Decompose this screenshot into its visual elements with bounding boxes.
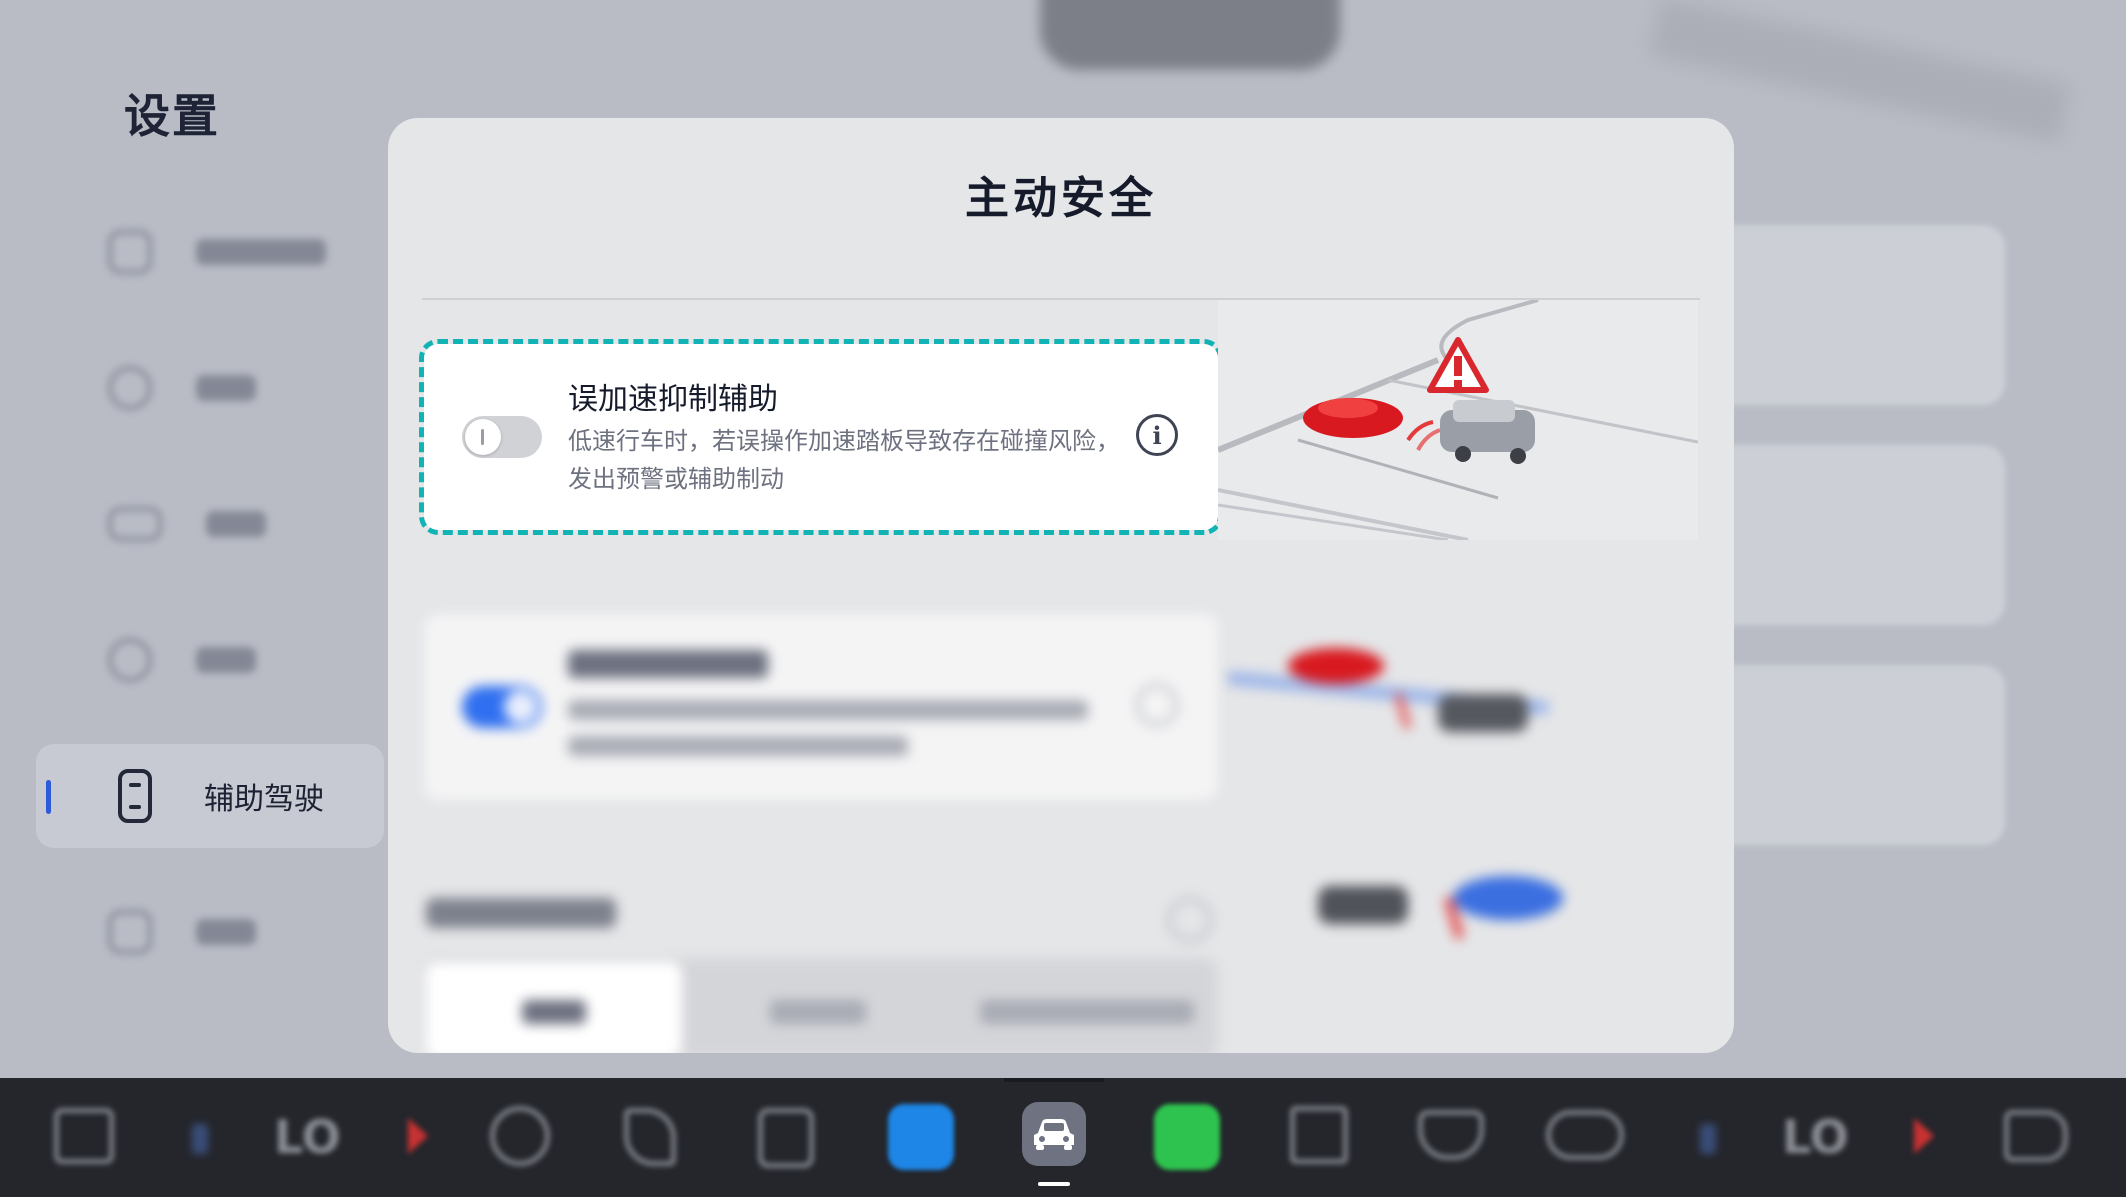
- blurred-title: [568, 650, 768, 678]
- info-icon[interactable]: [1168, 898, 1212, 942]
- app-grid-icon[interactable]: [1290, 1106, 1348, 1164]
- temperature-down-icon[interactable]: [192, 1124, 208, 1154]
- background-card: [1700, 445, 2005, 625]
- rear-warning-illustration: [1318, 876, 1563, 940]
- display-icon: [108, 910, 152, 954]
- temperature-up-icon[interactable]: [1914, 1118, 1934, 1154]
- red-car: [1303, 398, 1403, 438]
- info-icon[interactable]: [1136, 684, 1178, 726]
- vehicle-assist-icon: [118, 769, 152, 823]
- active-safety-dialog: 主动安全 误加速抑制辅助 低速行车时，若误操作加速踏板导致存在碰撞风险，发出预警…: [388, 118, 1734, 1053]
- temperature-up-icon[interactable]: [408, 1118, 428, 1154]
- active-indicator: [46, 780, 51, 814]
- sidebar-item-label-blurred: [196, 919, 256, 945]
- dialog-title: 主动安全: [965, 173, 1157, 224]
- sidebar-item-battery[interactable]: [36, 472, 386, 576]
- segment-option[interactable]: [980, 1000, 1194, 1024]
- blurred-text: [568, 700, 1088, 720]
- sidebar-item-assisted-driving[interactable]: 辅助驾驶: [36, 744, 384, 848]
- phone-app-icon[interactable]: [1154, 1104, 1220, 1170]
- home-icon[interactable]: [54, 1108, 114, 1164]
- temperature-left-label: LO: [274, 1110, 341, 1164]
- volume-icon[interactable]: [2004, 1110, 2068, 1162]
- sidebar-item-driving[interactable]: [36, 608, 386, 712]
- sidebar-item-label-blurred: [206, 511, 266, 537]
- page-title: 设置: [124, 89, 220, 143]
- feature-toggle[interactable]: [462, 686, 542, 728]
- seat-icon[interactable]: [490, 1106, 550, 1166]
- lights-icon: [108, 366, 152, 410]
- sidebar-item-lights[interactable]: [36, 336, 386, 440]
- feature-card-emergency-steering: [424, 614, 1218, 800]
- blurred-text: [568, 736, 908, 756]
- segment-option-active[interactable]: [426, 962, 682, 1053]
- collision-warning-illustration: [1218, 300, 1698, 540]
- feature-card-acceleration-suppression: 误加速抑制辅助 低速行车时，若误操作加速踏板导致存在碰撞风险，发出预警或辅助制动…: [419, 339, 1223, 535]
- feature-title: 误加速抑制辅助: [568, 382, 778, 417]
- steering-wheel-icon: [108, 638, 152, 682]
- feature-description: 低速行车时，若误操作加速踏板导致存在碰撞风险，发出预警或辅助制动: [568, 427, 1120, 493]
- feature-toggle[interactable]: [462, 416, 542, 458]
- segment-option[interactable]: [770, 1000, 866, 1024]
- sidebar-item-display[interactable]: [36, 880, 386, 984]
- taskbar-indicator: [1004, 1078, 1104, 1082]
- video-app-icon[interactable]: [888, 1104, 954, 1170]
- temperature-right-label: LO: [1782, 1110, 1849, 1164]
- battery-icon: [108, 507, 162, 541]
- blurred-section-title: [426, 898, 616, 928]
- sidebar-item-label-blurred: [196, 375, 256, 401]
- blurred-text: [522, 1000, 586, 1024]
- sidebar: 辅助驾驶: [36, 200, 386, 1016]
- steering-assist-illustration: [1228, 648, 1549, 732]
- toggle-knob: [504, 690, 538, 724]
- background-card: [1700, 665, 2005, 845]
- info-icon[interactable]: i: [1136, 414, 1178, 456]
- toggle-knob: [465, 419, 501, 455]
- background-car-image: [1040, 0, 1340, 70]
- sidebar-item-label-blurred: [196, 647, 256, 673]
- warning-mode-selector: [424, 958, 1218, 1053]
- temperature-down-icon[interactable]: [1700, 1124, 1716, 1154]
- fan-icon[interactable]: [1546, 1110, 1624, 1160]
- lock-icon[interactable]: [758, 1108, 814, 1168]
- vehicle-control-icon: [108, 230, 152, 274]
- background-card: [1700, 225, 2005, 405]
- sidebar-item-vehicle-control[interactable]: [36, 200, 386, 304]
- active-app-indicator: [1038, 1182, 1070, 1186]
- sidebar-item-label-blurred: [196, 239, 326, 265]
- sidebar-item-label: 辅助驾驶: [204, 782, 324, 817]
- car-icon: [1034, 1119, 1074, 1150]
- car-settings-icon[interactable]: [1022, 1102, 1086, 1166]
